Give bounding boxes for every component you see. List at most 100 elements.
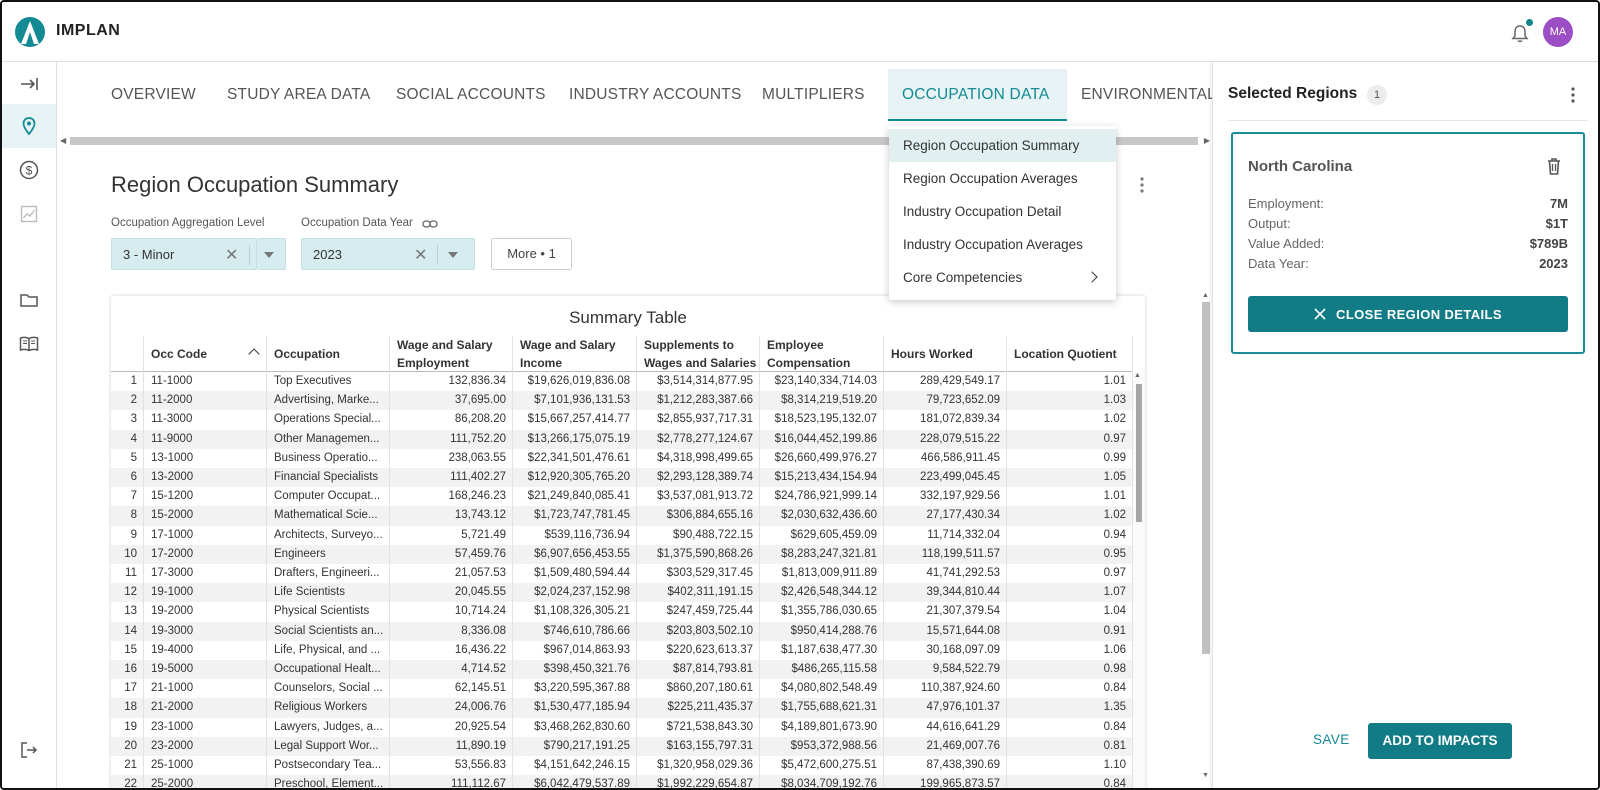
notification-bell-icon[interactable] bbox=[1510, 24, 1530, 44]
col-header-wage-salary-employment[interactable]: Wage and Salary Employment bbox=[390, 336, 513, 372]
cell-supplements: $1,212,283,387.66 bbox=[637, 391, 760, 411]
logout-button[interactable] bbox=[2, 728, 56, 772]
more-options-icon[interactable] bbox=[1134, 176, 1150, 194]
col-header-wage-salary-income[interactable]: Wage and Salary Income bbox=[513, 336, 637, 372]
aggregation-level-caret-area[interactable] bbox=[111, 238, 269, 270]
table-row[interactable]: 6 13-2000 Financial Specialists 111,402.27 $… bbox=[111, 468, 1133, 488]
table-row[interactable]: 1 11-1000 Top Executives 132,836.34 $19,626,… bbox=[111, 372, 1133, 392]
cell-occ-code: 17-3000 bbox=[144, 564, 267, 584]
cell-location-quotient: 1.07 bbox=[1007, 583, 1133, 603]
chevron-down-icon[interactable] bbox=[448, 252, 458, 258]
cell-wage-salary-employment: 21,057.53 bbox=[390, 564, 513, 584]
table-row[interactable]: 5 13-1000 Business Operatio... 238,063.55 $2… bbox=[111, 448, 1133, 468]
menu-item-region-occupation-summary[interactable]: Region Occupation Summary bbox=[889, 129, 1116, 162]
notification-dot bbox=[1526, 19, 1533, 26]
cell-employee-compensation: $2,426,548,344.12 bbox=[760, 583, 884, 603]
table-row[interactable]: 7 15-1200 Computer Occupat... 168,246.23 $21… bbox=[111, 487, 1133, 507]
table-row[interactable]: 12 19-1000 Life Scientists 20,045.55 $2,024,… bbox=[111, 583, 1133, 603]
dollar-circle-icon: $ bbox=[19, 160, 39, 180]
folder-icon bbox=[20, 294, 38, 307]
clear-icon[interactable]: ✕ bbox=[414, 245, 427, 265]
left-nav-rail: $ bbox=[2, 62, 57, 788]
data-year-select[interactable]: 2023 ✕ bbox=[301, 238, 475, 270]
menu-item-region-occupation-averages[interactable]: Region Occupation Averages bbox=[889, 162, 1116, 195]
col-header-occupation[interactable]: Occupation bbox=[267, 336, 390, 372]
nav-regions[interactable] bbox=[2, 104, 56, 148]
menu-item-industry-occupation-detail[interactable]: Industry Occupation Detail bbox=[889, 195, 1116, 228]
table-row[interactable]: 11 17-3000 Drafters, Engineeri... 21,057.53… bbox=[111, 564, 1133, 584]
panel-more-options-icon[interactable] bbox=[1565, 86, 1581, 104]
add-to-impacts-button[interactable]: ADD TO IMPACTS bbox=[1368, 723, 1512, 759]
cell-hours-worked: 466,586,911.45 bbox=[884, 448, 1007, 468]
close-icon bbox=[1314, 308, 1326, 320]
scrollbar-thumb[interactable] bbox=[1202, 302, 1210, 654]
implan-logo-icon[interactable] bbox=[14, 16, 46, 48]
table-row[interactable]: 17 21-1000 Counselors, Social ... 62,145.51… bbox=[111, 679, 1133, 699]
cell-row-number: 17 bbox=[111, 679, 144, 699]
cell-supplements: $203,803,502.10 bbox=[637, 621, 760, 641]
scroll-left-arrow-icon[interactable]: ◀ bbox=[60, 136, 66, 145]
table-vertical-scrollbar[interactable]: ▲ bbox=[1133, 372, 1145, 788]
table-row[interactable]: 22 25-2000 Preschool, Element... 111,112.67… bbox=[111, 775, 1133, 788]
table-row[interactable]: 3 11-3000 Operations Special... 86,208.20 $1… bbox=[111, 410, 1133, 430]
cell-wage-salary-income: $19,626,019,836.08 bbox=[513, 372, 637, 392]
table-row[interactable]: 8 15-2000 Mathematical Scie... 13,743.12 $1,… bbox=[111, 506, 1133, 526]
page-title: Region Occupation Summary bbox=[111, 172, 399, 197]
scroll-up-arrow-icon[interactable]: ▲ bbox=[1202, 292, 1209, 299]
scrollbar-thumb[interactable] bbox=[1136, 384, 1142, 522]
col-header-location-quotient[interactable]: Location Quotient bbox=[1007, 336, 1133, 372]
tab-occupation-data[interactable]: OCCUPATION DATA bbox=[888, 69, 1067, 121]
cell-wage-salary-employment: 16,436.22 bbox=[390, 640, 513, 660]
table-row[interactable]: 15 19-4000 Life, Physical, and ... 16,436.2… bbox=[111, 640, 1133, 660]
menu-item-industry-occupation-averages[interactable]: Industry Occupation Averages bbox=[889, 228, 1116, 261]
page-vertical-scrollbar[interactable]: ▲ ▼ bbox=[1202, 292, 1210, 782]
cell-row-number: 10 bbox=[111, 544, 144, 564]
table-row[interactable]: 4 11-9000 Other Managemen... 111,752.20 $13,… bbox=[111, 429, 1133, 449]
cell-supplements: $1,375,590,868.26 bbox=[637, 544, 760, 564]
trash-icon[interactable] bbox=[1546, 156, 1562, 176]
col-header-employee-compensation[interactable]: Employee Compensation bbox=[760, 336, 884, 372]
table-row[interactable]: 20 23-2000 Legal Support Wor... 11,890.19 $7… bbox=[111, 736, 1133, 756]
nav-impacts[interactable]: $ bbox=[2, 148, 56, 192]
cell-location-quotient: 1.10 bbox=[1007, 756, 1133, 776]
cell-occupation: Computer Occupat... bbox=[267, 487, 390, 507]
more-filters-button[interactable]: More • 1 bbox=[491, 238, 572, 270]
close-region-details-button[interactable]: CLOSE REGION DETAILS bbox=[1248, 296, 1568, 332]
scroll-up-arrow-icon[interactable]: ▲ bbox=[1134, 372, 1141, 379]
table-row[interactable]: 14 19-3000 Social Scientists an... 8,336.08… bbox=[111, 621, 1133, 641]
col-header-hours-worked[interactable]: Hours Worked bbox=[884, 336, 1007, 372]
col-header-supplements[interactable]: Supplements to Wages and Salaries bbox=[637, 336, 760, 372]
cell-occupation: Life, Physical, and ... bbox=[267, 640, 390, 660]
cell-hours-worked: 21,307,379.54 bbox=[884, 602, 1007, 622]
stat-label-value-added: Value Added: bbox=[1248, 236, 1325, 251]
table-row[interactable]: 18 21-2000 Religious Workers 24,006.76 $1,53… bbox=[111, 698, 1133, 718]
cell-supplements: $2,855,937,717.31 bbox=[637, 410, 760, 430]
scroll-right-arrow-icon[interactable]: ▶ bbox=[1204, 136, 1210, 145]
tab-industry-accounts[interactable]: INDUSTRY ACCOUNTS bbox=[555, 69, 756, 121]
tab-study-area-data[interactable]: STUDY AREA DATA bbox=[213, 69, 384, 121]
scroll-down-arrow-icon[interactable]: ▼ bbox=[1202, 772, 1209, 779]
table-row[interactable]: 9 17-1000 Architects, Surveyo... 5,721.49 $5… bbox=[111, 525, 1133, 545]
table-row[interactable]: 2 11-2000 Advertising, Marke... 37,695.00 $7… bbox=[111, 391, 1133, 411]
user-avatar[interactable]: MA bbox=[1543, 17, 1573, 47]
menu-item-core-competencies[interactable]: Core Competencies bbox=[889, 261, 1116, 294]
table-row[interactable]: 16 19-5000 Occupational Healt... 4,714.52 $3… bbox=[111, 660, 1133, 680]
aggregation-level-dropdown-button[interactable] bbox=[257, 238, 286, 270]
nav-projects[interactable] bbox=[2, 278, 56, 322]
save-button[interactable]: SAVE bbox=[1313, 732, 1350, 747]
link-icon[interactable] bbox=[422, 217, 438, 231]
tab-multipliers[interactable]: MULTIPLIERS bbox=[748, 69, 879, 121]
tab-environmental[interactable]: ENVIRONMENTAL bbox=[1067, 69, 1212, 121]
tab-social-accounts[interactable]: SOCIAL ACCOUNTS bbox=[382, 69, 560, 121]
expand-nav-button[interactable] bbox=[2, 62, 56, 106]
table-row[interactable]: 19 23-1000 Lawyers, Judges, a... 20,925.54 $… bbox=[111, 717, 1133, 737]
tab-overview[interactable]: OVERVIEW bbox=[97, 69, 210, 121]
table-row[interactable]: 13 19-2000 Physical Scientists 10,714.24 $1,… bbox=[111, 602, 1133, 622]
table-row[interactable]: 21 25-1000 Postsecondary Tea... 53,556.83 $4… bbox=[111, 756, 1133, 776]
table-row[interactable]: 10 17-2000 Engineers 57,459.76 $6,907,656,45… bbox=[111, 544, 1133, 564]
region-card[interactable]: North Carolina Employment: 7M Output: $1… bbox=[1231, 132, 1585, 354]
menu-item-label: Core Competencies bbox=[903, 270, 1023, 285]
nav-results[interactable] bbox=[2, 192, 56, 236]
cell-row-number: 16 bbox=[111, 660, 144, 680]
nav-help[interactable] bbox=[2, 322, 56, 366]
